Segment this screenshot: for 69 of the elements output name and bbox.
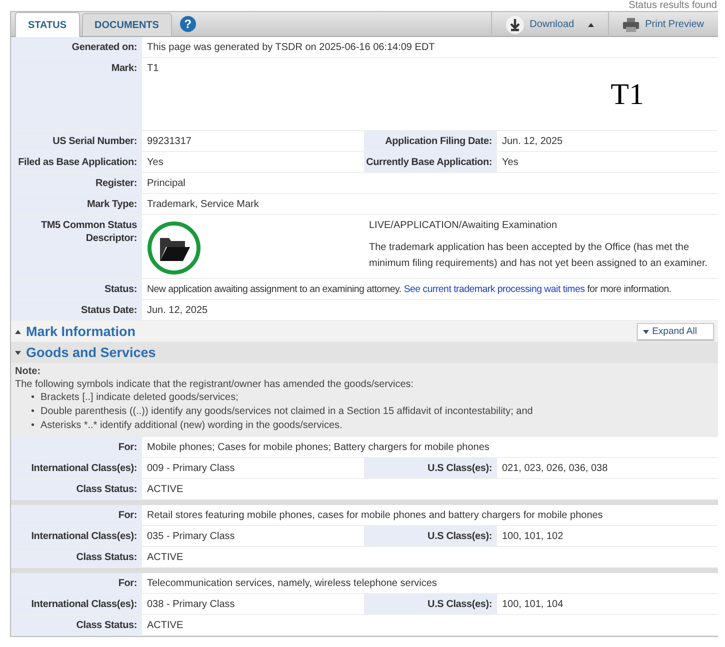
field-value: 100, 101, 102 [501,530,564,544]
field-value: This page was generated by TSDR on 2025-06-16 06:14:09 EDT [146,41,436,55]
field-value: Jun. 12, 2025 [146,304,209,318]
field-value: 99231317 [146,135,192,149]
field-value: Jun. 12, 2025 [501,135,564,149]
help-button[interactable]: ? [180,16,196,32]
field-label: Class Status: [11,547,142,567]
field-value: Yes [146,156,164,170]
note-text: The following symbols indicate that the registrant/owner has amended the goods/services: [15,378,415,391]
field-label: Application Filing Date: [364,131,497,151]
status-text: New application awaiting assignment to an examining attorney. See current trademark processing wait times for more information. [146,283,672,297]
field-value: Trademark, Service Mark [146,198,260,212]
field-value: Principal [146,177,186,191]
field-label: Mark Type: [11,194,142,214]
field-label: Status: [11,279,142,299]
field-label: U.S Class(es): [364,458,497,478]
field-value: 035 - Primary Class [146,530,236,544]
field-label: International Class(es): [11,458,142,478]
download-button[interactable]: Download [490,12,608,37]
field-label: TM5 Common Status Descriptor: [11,215,142,278]
field-label: Class Status: [11,615,142,635]
note-heading: Note: [15,365,42,378]
note-item: Asterisks *..* identify additional (new) wording in the goods/services. [40,419,342,433]
field-label: For: [11,573,142,593]
field-label: Filed as Base Application: [11,152,142,172]
field-label: International Class(es): [11,594,142,614]
field-value: Telecommunication services, namely, wireless telephone services [146,577,438,591]
field-label: U.S Class(es): [364,594,497,614]
field-value: ACTIVE [146,551,184,565]
field-label: Mark: [11,58,142,130]
bullet-mark: • [31,391,35,405]
field-value: 009 - Primary Class [146,462,236,476]
field-value: Mobile phones; Cases for mobile phones; Battery chargers for mobile phones [146,441,490,455]
status-title: LIVE/APPLICATION/Awaiting Examination [369,219,558,232]
bullet-mark: • [31,405,35,419]
caret-icon [643,330,650,334]
field-label: Status Date: [11,300,142,320]
field-value: 021, 023, 026, 036, 038 [501,462,609,476]
printer-icon [623,18,640,32]
results-caption: Status results found [628,0,718,11]
field-label: Register: [11,173,142,193]
field-value: Yes [501,156,520,170]
field-label: US Serial Number: [11,131,142,151]
status-description: The trademark application has been accepted by the Office (has met the minimum filing requirements) and has not yet been assigned to an examiner. [369,241,709,271]
wait-times-link[interactable]: See current trademark processing wait times [404,284,585,295]
tab[interactable]: STATUS [15,12,80,37]
field-label: International Class(es): [11,526,142,546]
bullet-mark: • [31,419,35,433]
field-value: ACTIVE [146,619,184,633]
caret-icon [588,22,594,26]
field-label: Generated on: [11,37,142,57]
field-value: 038 - Primary Class [146,598,236,612]
expand-all-button[interactable]: Expand All [637,323,714,340]
field-label: For: [11,437,142,457]
field-label: U.S Class(es): [364,526,497,546]
field-label: For: [11,505,142,525]
field-value: 100, 101, 104 [501,598,564,612]
field-label: Currently Base Application: [364,152,497,172]
folder-icon [147,221,201,275]
section-header[interactable]: Mark Information [11,321,140,342]
tab[interactable]: DOCUMENTS [82,13,172,36]
print-preview-button[interactable]: Print Preview [608,12,718,37]
field-value: Retail stores featuring mobile phones, cases for mobile phones and battery chargers for mobile phones [146,509,604,523]
note-item: Double parenthesis ((..)) identify any goods/services not claimed in a Section 15 affidavit of incontestability; and [40,405,533,419]
field-value: T1 [147,62,159,76]
field-label: Class Status: [11,479,142,499]
note-item: Brackets [..] indicate deleted goods/services; [40,391,238,405]
field-value: ACTIVE [146,483,184,497]
download-icon [506,16,524,34]
